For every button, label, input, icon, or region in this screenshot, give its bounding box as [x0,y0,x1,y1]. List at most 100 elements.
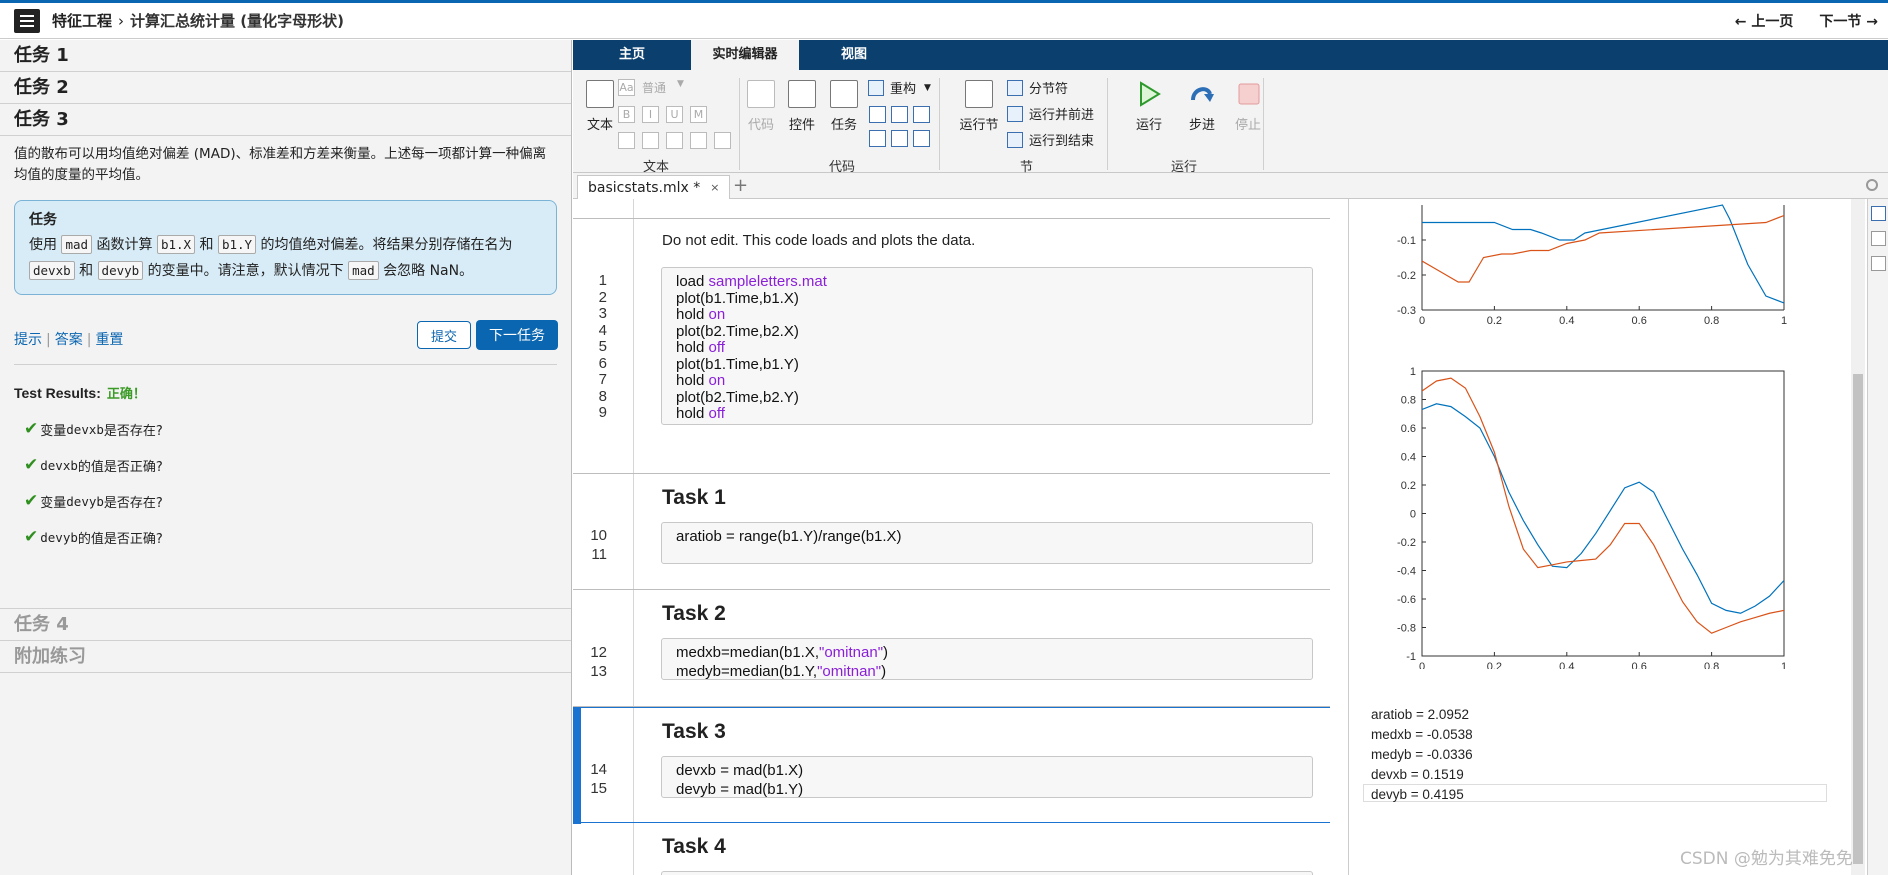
x-tick-label: 0.6 [1632,315,1647,327]
comment-icon[interactable] [869,106,886,123]
task-2-header[interactable]: 任务 2 [0,72,571,104]
hint-link[interactable]: 提示 [14,332,42,348]
task-3-header[interactable]: 任务 3 [0,104,571,136]
menu-icon[interactable] [14,8,40,33]
code-line: hold off [676,339,725,356]
y-tick-label: 0.6 [1401,423,1416,435]
run-and-advance-button[interactable]: 运行并前进 [1007,104,1094,123]
breadcrumb-course[interactable]: 特征工程 [52,10,112,31]
tab-view[interactable]: 视图 [799,40,909,70]
stop-button[interactable]: 停止 [1225,80,1271,133]
code-button[interactable]: 代码 [738,80,784,133]
uncomment-icon[interactable] [891,106,908,123]
control-button[interactable]: 控件 [779,80,825,133]
code-block-task-4[interactable] [661,871,1313,875]
checkmark-icon: ✔ [24,455,39,475]
output-inline-icon[interactable] [1871,206,1886,221]
run-to-end-button[interactable]: 运行到结束 [1007,130,1094,149]
task-3-body: 值的散布可以用均值绝对偏差 (MAD)、标准差和方差来衡量。上述每一项都计算一种… [0,144,571,547]
text-button[interactable]: 文本 [577,80,623,133]
submit-button[interactable]: 提交 [417,321,471,349]
section-break-button[interactable]: 分节符 [1007,78,1068,97]
live-script-editor[interactable]: Do not edit. This code loads and plots t… [573,199,1330,875]
output-right-icon[interactable] [1871,231,1886,246]
run-advance-label: 运行并前进 [1029,108,1095,123]
code-line: hold on [676,372,725,389]
code-line: plot(b1.Time,b1.Y) [676,356,799,373]
reset-link[interactable]: 重置 [95,332,123,348]
ribbon-divider [1107,78,1108,170]
monospace-icon: M [690,106,707,123]
run-label: 运行 [1135,118,1162,133]
close-icon[interactable]: × [710,177,719,199]
run-section-icon [965,80,993,108]
output-scroll-thumb[interactable] [1853,374,1863,864]
y-tick-label: 0.2 [1401,480,1416,492]
checkmark-icon: ✔ [24,527,39,547]
refactor-icon [868,79,884,96]
prev-page-link[interactable]: ← 上一页 [1735,11,1794,31]
course-header: 特征工程 › 计算汇总统计量 (量化字母形状) ← 上一页 下一节 → [0,3,1888,39]
code-block-task-1[interactable]: aratiob = range(b1.Y)/range(b1.X) [661,522,1313,564]
task-box-title: 任务 [29,212,57,228]
control-icon [788,80,816,108]
wrap-comments-icon[interactable] [913,106,930,123]
underline-icon: U [666,106,683,123]
check-text: 变量 [40,423,67,439]
bold-icon: B [618,106,635,123]
italic-icon: I [642,106,659,123]
task-instruction-box: 任务 使用 mad 函数计算 b1.X 和 b1.Y 的均值绝对偏差。将结果分别… [14,200,557,295]
next-task-button[interactable]: 下一任务 [476,320,558,350]
inline-code: mad [348,261,379,280]
code-block-task-2[interactable]: medxb=median(b1.X,"omitnan") medyb=media… [661,638,1313,680]
ribbon-divider [939,78,940,170]
code-line: load sampleletters.mat [676,273,827,290]
code-keyword: off [708,405,725,422]
code-text: plot(b1.Time,b1.X) [676,289,799,307]
task-box-text: 使用 mad 函数计算 b1.X 和 b1.Y 的均值绝对偏差。将结果分别存储在… [29,232,544,284]
file-tab-basicstats[interactable]: basicstats.mlx * × [577,175,731,199]
run-button[interactable]: 运行 [1126,80,1172,133]
style-dropdown: 普通 [642,81,667,95]
code-text: hold [676,339,709,356]
code-block-load[interactable]: load sampleletters.mat plot(b1.Time,b1.X)… [661,267,1313,425]
numbered-list-icon [642,132,659,149]
code-text: plot(b2.Time,b2.X) [676,322,799,340]
increase-indent-icon[interactable] [891,130,908,147]
code-string: "omitnan" [817,663,882,680]
page-nav: ← 上一页 下一节 → [1735,11,1878,31]
decrease-indent-icon[interactable] [913,130,930,147]
next-section-link[interactable]: 下一节 → [1819,11,1878,31]
task-description: 值的散布可以用均值绝对偏差 (MAD)、标准差和方差来衡量。上述每一项都计算一种… [14,146,547,183]
add-tab-icon[interactable]: + [733,175,748,196]
settings-icon[interactable] [1866,179,1878,191]
extra-practice-header[interactable]: 附加练习 [0,641,571,673]
inline-code: devyb [97,261,144,280]
code-keyword: on [708,372,726,389]
task-text: 使用 [29,237,57,253]
line-number: 5 [598,338,607,355]
tab-home[interactable]: 主页 [573,40,691,70]
test-results: Test Results: 正确！ ✔ 变量 devxb 是否存在? ✔ devx… [14,365,557,547]
y-tick-label: -1 [1406,651,1416,663]
indent-icon[interactable] [869,130,886,147]
code-block-task-3[interactable]: devxb = mad(b1.X) devyb = mad(b1.Y) [661,756,1313,798]
task-button[interactable]: 任务 [821,80,867,133]
run-section-button[interactable]: 运行节 [953,80,1005,133]
hide-code-icon[interactable] [1871,256,1886,271]
output-scrollbar[interactable] [1851,199,1865,875]
check-item: ✔ devxb 的值是否正确? [24,455,557,475]
answer-link[interactable]: 答案 [55,332,83,348]
refactor-button[interactable]: 重构 ▼ [868,78,931,97]
output-medxb: medxb = -0.0538 [1371,727,1473,742]
task-1-header[interactable]: 任务 1 [0,40,571,72]
y-tick-label: -0.1 [1397,235,1416,247]
run-section-label: 运行节 [959,118,999,133]
tab-live-editor[interactable]: 实时编辑器 [691,40,799,70]
task-text: 的均值绝对偏差。将结果分别存储在名为 [260,237,513,253]
code-text: hold [676,372,709,389]
code-line: devxb = mad(b1.X) [676,762,804,779]
step-button[interactable]: 步进 [1179,80,1225,133]
task-4-header[interactable]: 任务 4 [0,609,571,641]
check-item: ✔ 变量 devyb 是否存在? [24,491,557,511]
